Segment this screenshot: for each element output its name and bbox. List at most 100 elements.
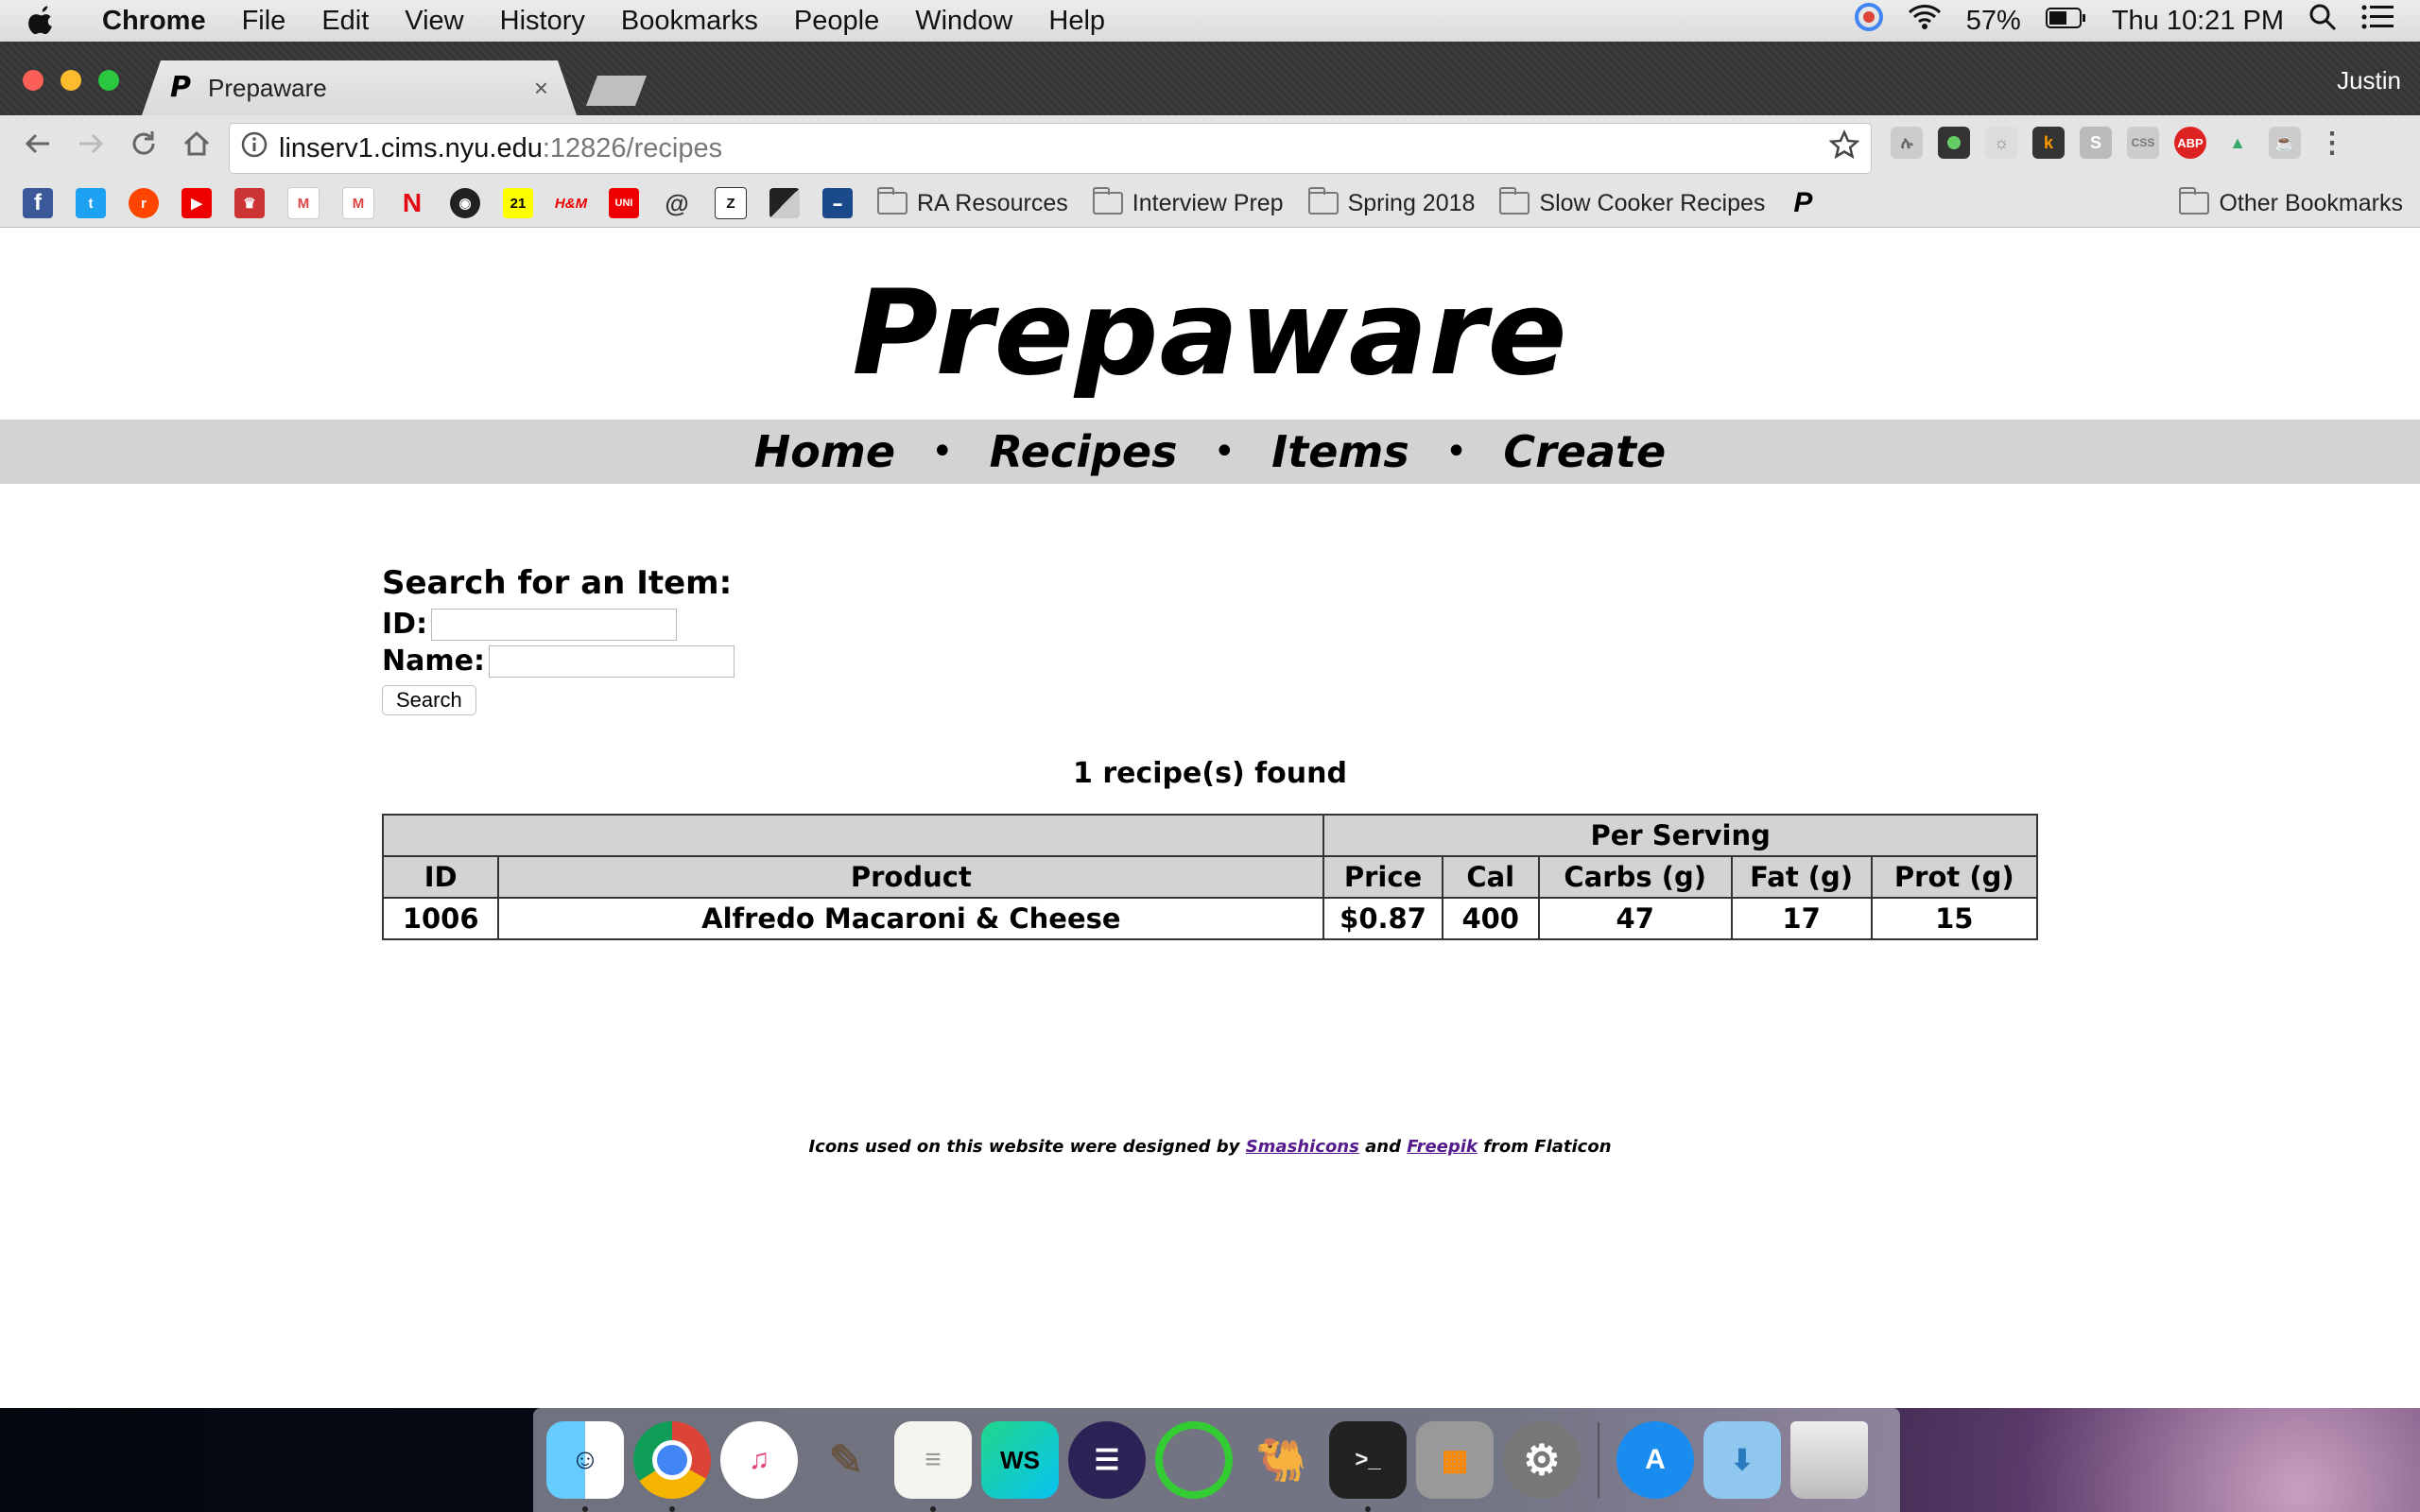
search-button[interactable]: Search: [382, 685, 476, 715]
trash-icon[interactable]: [1790, 1421, 1868, 1499]
hm-icon[interactable]: H&M: [555, 188, 587, 218]
extension-icon[interactable]: ሉ: [1891, 127, 1923, 159]
maximize-window-button[interactable]: [98, 70, 119, 91]
id-row: ID:: [382, 608, 735, 641]
webstorm-icon[interactable]: WS: [981, 1421, 1059, 1499]
forever21-icon[interactable]: 21: [503, 188, 533, 218]
downloads-folder-icon[interactable]: ⬇: [1703, 1421, 1781, 1499]
spotlight-icon[interactable]: [2308, 3, 2337, 39]
menu-chrome[interactable]: Chrome: [102, 6, 206, 37]
itunes-icon[interactable]: ♫: [720, 1421, 798, 1499]
name-input[interactable]: [488, 644, 735, 678]
close-window-button[interactable]: [23, 70, 43, 91]
freepik-link[interactable]: Freepik: [1407, 1137, 1478, 1157]
finder-icon[interactable]: ☺: [546, 1421, 624, 1512]
adblock-icon[interactable]: ABP: [2174, 127, 2206, 159]
green-ring-app-icon[interactable]: [1155, 1421, 1233, 1499]
menu-file[interactable]: File: [242, 6, 286, 37]
bookmarks-bar: f t r ▶ ♛ M M N ◉ 21 H&M UNI @ Z ▬ RA Re…: [0, 180, 2420, 228]
split-bookmark-icon[interactable]: [769, 188, 800, 218]
bookmark-star-icon[interactable]: [1828, 129, 1860, 167]
bookmark-folder-ra-resources[interactable]: RA Resources: [877, 187, 1068, 217]
z-bookmark-icon[interactable]: Z: [715, 187, 747, 219]
cell-price: $0.87: [1322, 897, 1443, 940]
extension-k-icon[interactable]: k: [2032, 127, 2065, 159]
nav-home[interactable]: Home: [754, 426, 895, 477]
column-header-carbs: Carbs (g): [1537, 855, 1733, 899]
clock[interactable]: Thu 10:21 PM: [2112, 6, 2284, 37]
terminal-icon[interactable]: >_: [1329, 1421, 1407, 1512]
app-menu: Chrome File Edit View History Bookmarks …: [81, 6, 1141, 37]
nav-items[interactable]: Items: [1271, 426, 1409, 477]
reddit-icon[interactable]: r: [129, 188, 159, 218]
other-bookmarks-folder[interactable]: Other Bookmarks: [2179, 187, 2403, 217]
back-arrow-icon[interactable]: [23, 129, 53, 166]
menu-history[interactable]: History: [500, 6, 585, 37]
eclipse-icon[interactable]: ☰: [1068, 1421, 1146, 1499]
extension-s-icon[interactable]: S: [2080, 127, 2112, 159]
id-input[interactable]: [431, 608, 678, 641]
smashicons-link[interactable]: Smashicons: [1246, 1137, 1359, 1157]
camel-app-icon[interactable]: 🐫: [1242, 1421, 1320, 1499]
bookmark-folder-interview-prep[interactable]: Interview Prep: [1092, 187, 1284, 217]
notification-center-icon[interactable]: [2361, 5, 2394, 37]
forward-arrow-icon[interactable]: [76, 129, 106, 166]
extension-cup-icon[interactable]: ☕: [2269, 127, 2301, 159]
nav-create[interactable]: Create: [1503, 426, 1666, 477]
menu-window[interactable]: Window: [915, 6, 1012, 37]
chrome-status-icon[interactable]: [1854, 3, 1883, 39]
gimp-icon[interactable]: ✎: [807, 1421, 885, 1499]
wifi-icon[interactable]: [1908, 4, 1942, 38]
search-heading: Search for an Item:: [382, 564, 733, 602]
apple-icon[interactable]: [28, 6, 81, 36]
nav-separator: •: [1444, 430, 1468, 473]
at-sign-icon[interactable]: @: [662, 188, 692, 218]
extension-mountain-icon[interactable]: ▲: [2221, 127, 2254, 159]
battery-icon[interactable]: [2045, 6, 2087, 37]
bookmark-folder-slow-cooker-recipes[interactable]: Slow Cooker Recipes: [1499, 187, 1765, 217]
cell-id: 1006: [381, 897, 500, 940]
circle-bookmark-icon[interactable]: ◉: [450, 188, 480, 218]
browser-toolbar: linserv1.cims.nyu.edu :12826/recipes ሉ ☼…: [0, 115, 2420, 180]
menu-people[interactable]: People: [794, 6, 879, 37]
site-info-icon[interactable]: [241, 131, 268, 165]
gmail-icon[interactable]: M: [287, 187, 320, 219]
address-bar[interactable]: linserv1.cims.nyu.edu :12826/recipes: [229, 123, 1872, 174]
chrome-menu-icon[interactable]: ⋮: [2316, 127, 2348, 159]
bookmark-folder-spring-2018[interactable]: Spring 2018: [1307, 187, 1475, 217]
blue-badge-icon[interactable]: ▬: [822, 188, 853, 218]
profile-button[interactable]: Justin: [2337, 66, 2401, 95]
menu-view[interactable]: View: [405, 6, 463, 37]
chrome-dock-icon[interactable]: [633, 1421, 711, 1512]
menu-bookmarks[interactable]: Bookmarks: [621, 6, 758, 37]
textedit-icon[interactable]: ≡: [894, 1421, 972, 1512]
extension-green-dot-icon[interactable]: [1938, 127, 1970, 159]
folder-icon: [2179, 187, 2210, 215]
new-tab-button[interactable]: [586, 76, 647, 106]
column-header-prot: Prot (g): [1870, 855, 2039, 899]
prepaware-bookmark-icon[interactable]: P: [1788, 187, 1818, 218]
extension-lightbulb-icon[interactable]: ☼: [1985, 127, 2017, 159]
calculator-icon[interactable]: ▦: [1416, 1421, 1494, 1499]
twitter-icon[interactable]: t: [76, 188, 106, 218]
uniqlo-icon[interactable]: UNI: [609, 188, 639, 218]
tab-close-icon[interactable]: ×: [534, 74, 548, 103]
site-nav: Home • Recipes • Items • Create: [0, 420, 2420, 484]
minimize-window-button[interactable]: [60, 70, 81, 91]
reload-icon[interactable]: [129, 129, 159, 166]
cell-prot: 15: [1870, 897, 2039, 940]
netflix-icon[interactable]: N: [397, 188, 427, 218]
column-header-id: ID: [381, 855, 500, 899]
menu-help[interactable]: Help: [1048, 6, 1105, 37]
system-preferences-icon[interactable]: ⚙: [1503, 1421, 1581, 1499]
youtube-icon[interactable]: ▶: [182, 188, 212, 218]
gmail-2-icon[interactable]: M: [342, 187, 374, 219]
extension-css-icon[interactable]: CSS: [2127, 127, 2159, 159]
nav-recipes[interactable]: Recipes: [990, 426, 1178, 477]
facebook-icon[interactable]: f: [23, 188, 53, 218]
menu-edit[interactable]: Edit: [321, 6, 369, 37]
tab-prepaware[interactable]: P Prepaware ×: [142, 60, 577, 115]
crown-bookmark-icon[interactable]: ♛: [234, 188, 265, 218]
app-store-icon[interactable]: A: [1616, 1421, 1694, 1499]
home-icon[interactable]: [182, 129, 212, 166]
